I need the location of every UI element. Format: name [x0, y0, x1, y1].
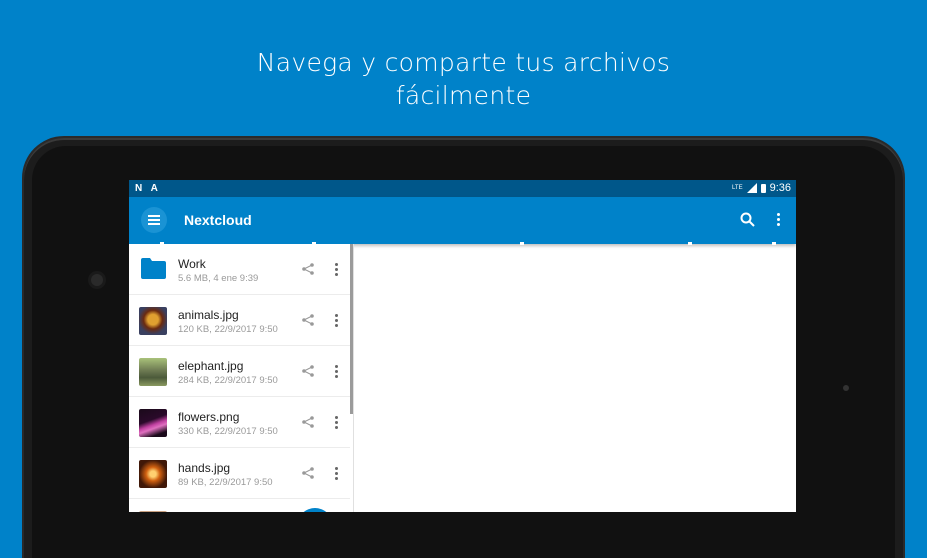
share-icon[interactable] — [301, 364, 315, 378]
folder-icon — [141, 258, 166, 279]
nfc-icon: N — [135, 183, 143, 194]
file-name: animals.jpg — [178, 308, 239, 322]
file-name: elephant.jpg — [178, 359, 244, 373]
list-item[interactable]: hands.jpg 89 KB, 22/9/2017 9:50 — [129, 448, 350, 499]
file-meta: 120 KB, 22/9/2017 9:50 — [178, 324, 278, 335]
share-icon[interactable] — [301, 415, 315, 429]
file-name: hands.jpg — [178, 461, 231, 475]
file-meta: 5.6 MB, 4 ene 9:39 — [178, 273, 259, 284]
app-screen: N A LTE 9:36 Nextcloud Work 5.6 MB, 4 en… — [129, 180, 796, 512]
list-item[interactable]: Work 5.6 MB, 4 ene 9:39 — [129, 244, 350, 295]
network-label: LTE — [732, 185, 743, 191]
notification-icon: A — [150, 183, 158, 194]
pane-divider — [353, 244, 354, 512]
promo-line-1: Navega y comparte tus archivos — [256, 48, 671, 77]
file-meta: 330 KB, 22/9/2017 9:50 — [178, 426, 278, 437]
search-icon[interactable] — [739, 211, 757, 229]
more-vert-icon[interactable] — [771, 211, 785, 229]
sensor-dot — [843, 385, 849, 391]
promo-line-2: fácilmente — [395, 81, 532, 110]
battery-icon — [760, 183, 766, 193]
status-bar: N A LTE 9:36 — [129, 180, 796, 197]
more-vert-icon[interactable] — [332, 414, 340, 430]
image-thumbnail — [139, 460, 167, 488]
status-time: 9:36 — [769, 182, 791, 194]
camera-icon — [91, 274, 103, 286]
more-vert-icon[interactable] — [332, 363, 340, 379]
signal-icon — [746, 183, 757, 193]
status-system-icons: LTE 9:36 — [732, 182, 791, 194]
menu-icon[interactable] — [141, 207, 167, 233]
file-name: Work — [178, 257, 206, 271]
file-meta: 89 KB, 22/9/2017 9:50 — [178, 477, 273, 488]
more-vert-icon[interactable] — [332, 312, 340, 328]
list-item[interactable]: flowers.png 330 KB, 22/9/2017 9:50 — [129, 397, 350, 448]
image-thumbnail — [139, 358, 167, 386]
share-icon[interactable] — [301, 466, 315, 480]
share-icon[interactable] — [301, 313, 315, 327]
more-vert-icon[interactable] — [332, 465, 340, 481]
image-thumbnail — [139, 409, 167, 437]
file-list: Work 5.6 MB, 4 ene 9:39 animals.jpg 120 … — [129, 244, 350, 512]
list-item[interactable]: animals.jpg 120 KB, 22/9/2017 9:50 — [129, 295, 350, 346]
file-meta: 284 KB, 22/9/2017 9:50 — [178, 375, 278, 386]
file-name: flowers.png — [178, 410, 240, 424]
share-icon[interactable] — [301, 262, 315, 276]
promo-headline: Navega y comparte tus archivos fácilment… — [0, 46, 927, 112]
more-vert-icon[interactable] — [332, 261, 340, 277]
app-toolbar: Nextcloud — [129, 197, 796, 244]
image-thumbnail — [139, 307, 167, 335]
app-title: Nextcloud — [184, 212, 252, 228]
list-item[interactable]: elephant.jpg 284 KB, 22/9/2017 9:50 — [129, 346, 350, 397]
status-notification-icons: N A — [135, 183, 164, 194]
